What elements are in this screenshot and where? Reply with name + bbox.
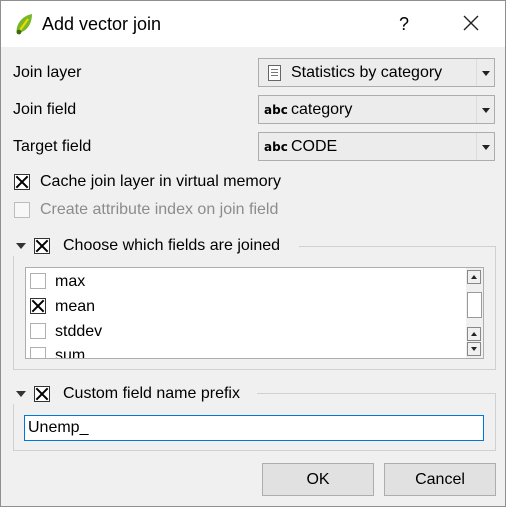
chevron-down-icon[interactable] xyxy=(476,59,494,86)
scroll-thumb[interactable] xyxy=(467,292,482,318)
prefix-input-value: Unemp_ xyxy=(28,419,89,436)
target-field-label: Target field xyxy=(13,138,92,155)
ok-button[interactable]: OK xyxy=(262,463,374,496)
prefix-group-checkbox[interactable] xyxy=(34,386,50,402)
window-title: Add vector join xyxy=(42,14,162,34)
field-checkbox[interactable] xyxy=(30,273,46,289)
prefix-group-header: Custom field name prefix xyxy=(13,384,257,404)
field-checkbox[interactable] xyxy=(30,323,46,339)
join-layer-label: Join layer xyxy=(13,64,82,81)
table-layer-icon xyxy=(268,65,281,81)
scroll-down-icon[interactable] xyxy=(467,342,481,356)
chevron-down-icon[interactable] xyxy=(476,96,494,123)
collapse-triangle-icon[interactable] xyxy=(16,391,26,397)
prefix-group-title: Custom field name prefix xyxy=(63,385,240,402)
list-scrollbar[interactable] xyxy=(466,268,483,358)
add-vector-join-dialog: Add vector join ? Join layer Statistics … xyxy=(0,0,506,507)
field-label: stddev xyxy=(55,323,103,340)
cancel-button[interactable]: Cancel xyxy=(384,463,496,496)
target-field-value: CODE xyxy=(291,138,338,155)
fields-group-title: Choose which fields are joined xyxy=(63,237,281,254)
join-field-value: category xyxy=(291,101,353,118)
qgis-icon xyxy=(16,14,32,35)
text-field-type-icon: abc xyxy=(264,140,288,154)
scroll-up-icon[interactable] xyxy=(467,327,481,341)
scroll-up-icon[interactable] xyxy=(467,270,481,284)
fields-group-header: Choose which fields are joined xyxy=(13,236,299,256)
collapse-triangle-icon[interactable] xyxy=(16,243,26,249)
join-layer-value: Statistics by category xyxy=(291,64,443,81)
target-field-combo[interactable]: abc CODE xyxy=(258,132,495,161)
field-label: mean xyxy=(55,298,96,315)
close-icon[interactable] xyxy=(456,10,486,38)
join-layer-combo[interactable]: Statistics by category xyxy=(258,58,495,87)
fields-list[interactable]: max mean stddev sum xyxy=(25,267,484,359)
title-bar: Add vector join ? xyxy=(1,1,505,47)
cache-join-checkbox[interactable] xyxy=(14,174,30,190)
prefix-input[interactable]: Unemp_ xyxy=(24,415,484,441)
field-checkbox[interactable] xyxy=(30,298,46,314)
field-checkbox[interactable] xyxy=(30,347,46,358)
field-label: max xyxy=(55,273,86,290)
fields-group-checkbox[interactable] xyxy=(34,238,50,254)
join-field-combo[interactable]: abc category xyxy=(258,95,495,124)
cache-join-label: Cache join layer in virtual memory xyxy=(40,173,281,190)
help-button[interactable]: ? xyxy=(389,10,419,38)
chevron-down-icon[interactable] xyxy=(476,133,494,160)
attribute-index-label: Create attribute index on join field xyxy=(40,201,279,218)
attribute-index-checkbox xyxy=(14,202,30,218)
field-label: sum xyxy=(55,347,86,359)
text-field-type-icon: abc xyxy=(264,103,288,117)
join-field-label: Join field xyxy=(13,101,77,118)
